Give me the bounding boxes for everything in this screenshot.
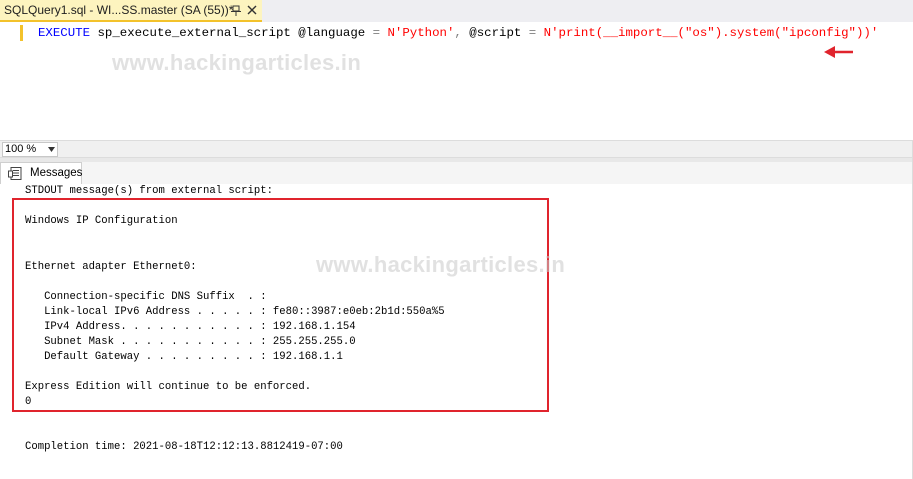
zoom-bar: 100 % xyxy=(0,140,913,158)
code-script-value: N'print(__import__("os").system("ipconfi… xyxy=(543,26,879,40)
message-line: STDOUT message(s) from external script: xyxy=(25,185,273,197)
code-operator: = xyxy=(528,26,537,40)
messages-icon xyxy=(8,167,22,180)
tab-messages-label: Messages xyxy=(30,167,83,179)
zoom-value: 100 % xyxy=(5,143,37,155)
message-line: Completion time: 2021-08-18T12:12:13.881… xyxy=(25,441,343,453)
tab-title: SQLQuery1.sql - WI...SS.master (SA (55))… xyxy=(4,3,234,17)
messages-pane[interactable]: STDOUT message(s) from external script: … xyxy=(0,184,913,479)
results-tab-strip: Messages xyxy=(0,162,913,185)
code-param-language: @language xyxy=(298,26,366,40)
message-line: IPv4 Address. . . . . . . . . . . : 192.… xyxy=(25,321,356,333)
message-line: 0 xyxy=(25,396,32,408)
close-icon[interactable] xyxy=(246,4,258,16)
message-line: Default Gateway . . . . . . . . . : 192.… xyxy=(25,351,343,363)
pin-icon[interactable] xyxy=(230,5,242,17)
message-line: Ethernet adapter Ethernet0: xyxy=(25,261,197,273)
zoom-select[interactable]: 100 % xyxy=(2,142,58,157)
watermark: www.hackingarticles.in xyxy=(316,252,566,277)
chevron-down-icon xyxy=(48,147,55,152)
message-line: Express Edition will continue to be enfo… xyxy=(25,381,312,393)
annotation-arrow-icon xyxy=(824,46,853,58)
code-operator: = xyxy=(372,26,381,40)
message-line: Link-local IPv6 Address . . . . . : fe80… xyxy=(25,306,445,318)
document-tab-strip: SQLQuery1.sql - WI...SS.master (SA (55))… xyxy=(0,0,913,22)
code-param-script: @script xyxy=(469,26,522,40)
tab-messages[interactable]: Messages xyxy=(0,162,82,184)
code-proc-name: sp_execute_external_script xyxy=(97,26,291,40)
code-comma: , xyxy=(454,26,462,40)
query-editor[interactable]: EXECUTE sp_execute_external_script @lang… xyxy=(0,22,913,140)
code-keyword: EXECUTE xyxy=(38,26,91,40)
message-line: Subnet Mask . . . . . . . . . . . : 255.… xyxy=(25,336,356,348)
watermark: www.hackingarticles.in xyxy=(112,50,362,75)
tab-sqlquery1[interactable]: SQLQuery1.sql - WI...SS.master (SA (55))… xyxy=(0,0,262,22)
code-language-value: N'Python' xyxy=(387,26,455,40)
message-line: Connection-specific DNS Suffix . : xyxy=(25,291,267,303)
changed-line-marker xyxy=(20,25,23,41)
message-line: Windows IP Configuration xyxy=(25,215,178,227)
code-line-1[interactable]: EXECUTE sp_execute_external_script @lang… xyxy=(38,24,878,42)
